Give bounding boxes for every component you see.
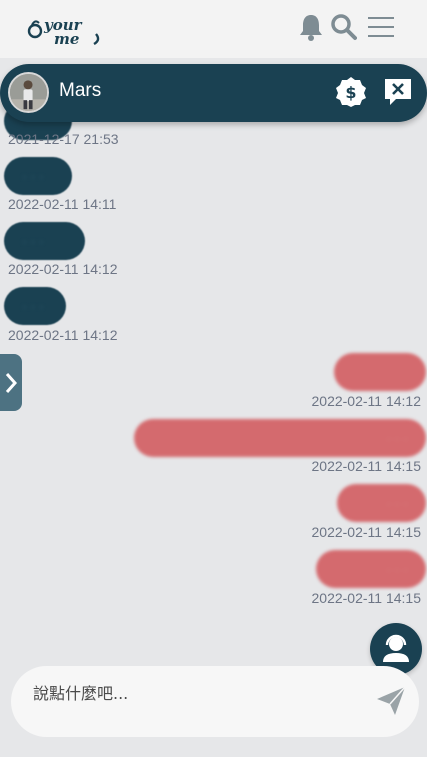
message-timestamp: 2022-02-11 14:15	[311, 524, 422, 540]
top-bar: your me	[0, 0, 427, 58]
message-timestamp: 2022-02-11 14:12	[8, 327, 118, 343]
message-timestamp: 2022-02-11 14:15	[311, 458, 422, 474]
message-input[interactable]	[33, 678, 363, 708]
outgoing-message-bubble[interactable]: · · ·	[316, 550, 426, 588]
avatar[interactable]	[8, 72, 49, 113]
incoming-message-bubble[interactable]: · · ·	[4, 157, 72, 195]
message-timestamp: 2022-02-11 14:12	[311, 393, 422, 409]
send-button[interactable]	[375, 685, 407, 717]
incoming-message-bubble[interactable]: · · ·	[4, 287, 66, 325]
message-timestamp: 2022-02-11 14:12	[8, 261, 118, 277]
incoming-message-bubble[interactable]: · · ·	[4, 222, 85, 260]
side-drawer-toggle[interactable]	[0, 354, 22, 411]
outgoing-message-bubble[interactable]: · · ·	[134, 419, 426, 457]
chevron-right-icon	[5, 373, 18, 393]
bell-icon[interactable]	[297, 12, 325, 42]
message-timestamp: 2022-02-11 14:15	[311, 590, 422, 606]
dollar-badge-icon[interactable]: $	[335, 76, 367, 108]
send-icon	[377, 686, 406, 715]
app-logo[interactable]: your me	[26, 10, 110, 48]
outgoing-message-bubble[interactable]	[334, 353, 426, 391]
hamburger-menu-icon[interactable]	[366, 12, 396, 42]
search-icon[interactable]	[329, 12, 357, 42]
message-timestamp: 2021-12-17 21:53	[8, 131, 119, 147]
svg-text:$: $	[345, 83, 356, 102]
message-timestamp: 2022-02-11 14:11	[8, 196, 117, 212]
close-chat-icon[interactable]	[382, 76, 414, 108]
svg-text:me: me	[54, 30, 79, 48]
chat-header: Mars $	[0, 64, 427, 122]
outgoing-message-bubble[interactable]: · · ·	[337, 484, 426, 522]
contact-name: Mars	[59, 80, 102, 101]
message-composer	[11, 666, 419, 737]
